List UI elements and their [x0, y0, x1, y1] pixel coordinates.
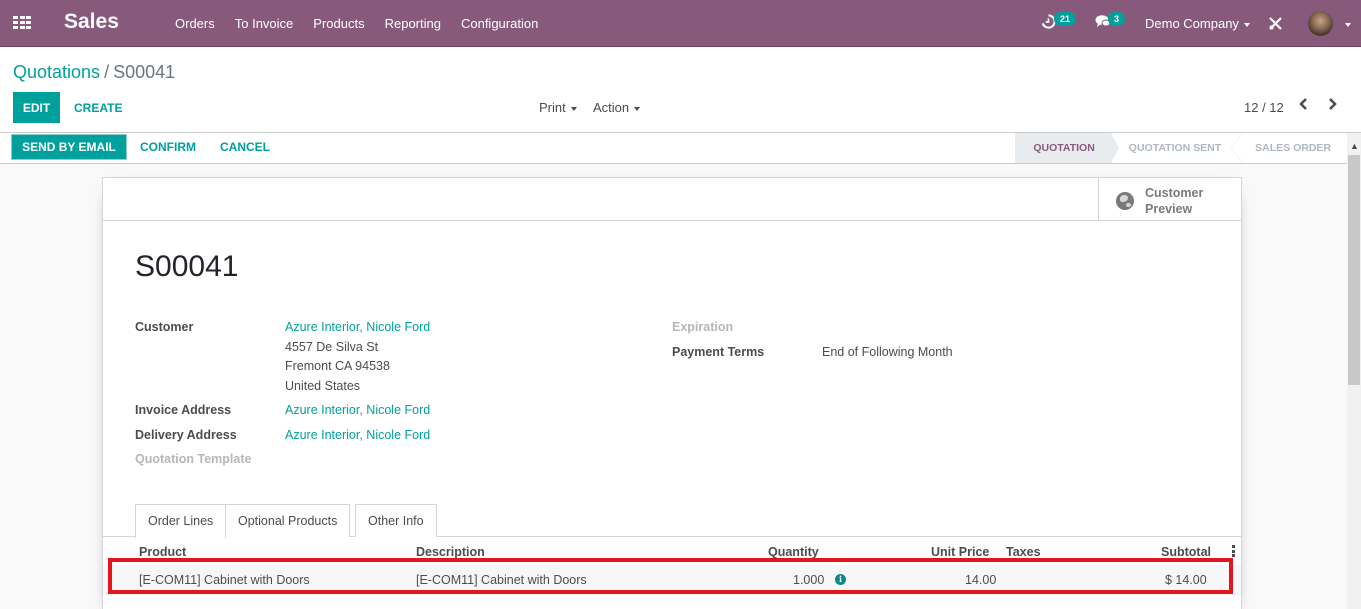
optional-columns-icon[interactable] [1232, 545, 1235, 557]
action-dropdown[interactable]: Action [593, 100, 641, 115]
menu-reporting[interactable]: Reporting [385, 16, 441, 31]
payment-terms-label: Payment Terms [672, 345, 765, 359]
delivery-address-label: Delivery Address [135, 428, 237, 442]
tools-icon [1269, 17, 1282, 30]
messages-button[interactable]: 3 [1095, 12, 1126, 31]
edit-button[interactable]: EDIT [13, 92, 60, 123]
row-description: [E-COM11] Cabinet with Doors [416, 573, 587, 587]
customer-link[interactable]: Azure Interior, Nicole Ford [285, 320, 430, 334]
globe-icon [1116, 192, 1134, 210]
confirm-button[interactable]: CONFIRM [140, 140, 196, 154]
customer-preview-line1: Customer [1145, 186, 1204, 200]
chevron-down-icon [1243, 22, 1250, 27]
customer-address-city: Fremont CA 94538 [285, 359, 390, 373]
company-switcher[interactable]: Demo Company [1145, 16, 1250, 31]
row-quantity: 1.000 [793, 573, 825, 587]
pager-value[interactable]: 12 / 12 [1244, 100, 1284, 115]
tab-order-lines[interactable]: Order Lines [135, 504, 227, 538]
stage-quotation-sent[interactable]: QUOTATION SENT [1111, 133, 1244, 163]
customer-preview-line2: Preview [1145, 202, 1193, 216]
tab-other-info[interactable]: Other Info [355, 504, 437, 537]
expiration-label: Expiration [672, 320, 734, 334]
chevron-right-icon [1329, 98, 1337, 110]
cancel-button[interactable]: CANCEL [220, 140, 270, 154]
info-icon[interactable]: i [835, 574, 846, 585]
customer-preview-label: Customer Preview [1145, 185, 1203, 217]
invoice-address-label: Invoice Address [135, 403, 232, 417]
payment-terms-value: End of Following Month [822, 345, 953, 359]
row-unit-price: 14.00 [965, 573, 997, 587]
main-menu: Orders To Invoice Products Reporting Con… [165, 16, 548, 31]
pager-next-button[interactable] [1327, 97, 1337, 115]
menu-orders[interactable]: Orders [175, 16, 215, 31]
delivery-address-link[interactable]: Azure Interior, Nicole Ford [285, 428, 430, 442]
menu-to-invoice[interactable]: To Invoice [235, 16, 294, 31]
status-stages: QUOTATION QUOTATION SENT SALES ORDER [1015, 133, 1347, 163]
menu-products[interactable]: Products [313, 16, 364, 31]
customer-label: Customer [135, 320, 194, 334]
breadcrumb-separator: / [104, 62, 110, 82]
print-dropdown[interactable]: Print [539, 100, 577, 115]
notebook-tabs: Order Lines Optional Products Other Info [103, 504, 1241, 538]
invoice-address-link[interactable]: Azure Interior, Nicole Ford [285, 403, 430, 417]
scroll-up-arrow-icon[interactable]: ▲ [1350, 141, 1359, 151]
scrollbar-thumb[interactable] [1348, 155, 1360, 385]
form-statusbar: SEND BY EMAIL CONFIRM CANCEL QUOTATION Q… [0, 133, 1347, 164]
debug-tools-button[interactable] [1269, 17, 1282, 33]
customer-preview-button[interactable]: Customer Preview [1098, 178, 1241, 221]
table-row[interactable]: [E-COM11] Cabinet with Doors [E-COM11] C… [103, 565, 1241, 595]
send-by-email-button[interactable]: SEND BY EMAIL [11, 134, 127, 160]
column-description[interactable]: Description [416, 545, 485, 559]
print-label: Print [539, 100, 566, 115]
action-label: Action [593, 100, 630, 115]
activities-badge: 21 [1054, 12, 1077, 26]
pager-previous-button[interactable] [1299, 97, 1309, 115]
row-subtotal: $ 14.00 [1165, 573, 1207, 587]
top-navbar: Sales Orders To Invoice Products Reporti… [0, 0, 1361, 47]
menu-configuration[interactable]: Configuration [461, 16, 538, 31]
customer-address-street: 4557 De Silva St [285, 340, 379, 354]
app-name[interactable]: Sales [64, 10, 119, 34]
order-lines-header: Product Description Quantity Unit Price … [103, 543, 1241, 563]
control-panel: Quotations / S00041 EDIT CREATE Print Acti… [0, 47, 1361, 133]
company-name: Demo Company [1145, 16, 1239, 31]
stage-quotation[interactable]: QUOTATION [1015, 133, 1120, 163]
breadcrumb: Quotations / S00041 [13, 62, 175, 83]
page-scrollbar[interactable]: ▲ [1347, 133, 1361, 609]
user-menu-toggle[interactable] [1340, 16, 1351, 31]
stage-sales-order[interactable]: SALES ORDER [1237, 133, 1347, 163]
column-product[interactable]: Product [139, 545, 186, 559]
messages-badge: 3 [1108, 12, 1126, 26]
form-sheet: Customer Preview S00041 Customer Azure I… [102, 177, 1242, 609]
breadcrumb-quotations[interactable]: Quotations [13, 62, 100, 82]
user-avatar[interactable] [1308, 11, 1333, 36]
apps-menu-icon[interactable] [13, 16, 31, 29]
column-subtotal[interactable]: Subtotal [1161, 545, 1211, 559]
tab-optional-products[interactable]: Optional Products [226, 504, 351, 537]
column-quantity[interactable]: Quantity [768, 545, 819, 559]
chevron-left-icon [1299, 98, 1307, 110]
column-taxes[interactable]: Taxes [1006, 545, 1041, 559]
button-box: Customer Preview [103, 178, 1241, 221]
row-product: [E-COM11] Cabinet with Doors [139, 573, 310, 587]
breadcrumb-current: S00041 [113, 62, 176, 82]
chevron-down-icon [634, 106, 641, 111]
chevron-down-icon [570, 106, 577, 111]
column-unit-price[interactable]: Unit Price [931, 545, 989, 559]
customer-address-country: United States [285, 379, 361, 393]
activities-button[interactable]: 21 [1041, 12, 1077, 32]
record-title: S00041 [135, 250, 239, 283]
chevron-down-icon [1345, 22, 1351, 27]
create-button[interactable]: CREATE [74, 101, 122, 115]
quotation-template-label: Quotation Template [135, 452, 252, 466]
